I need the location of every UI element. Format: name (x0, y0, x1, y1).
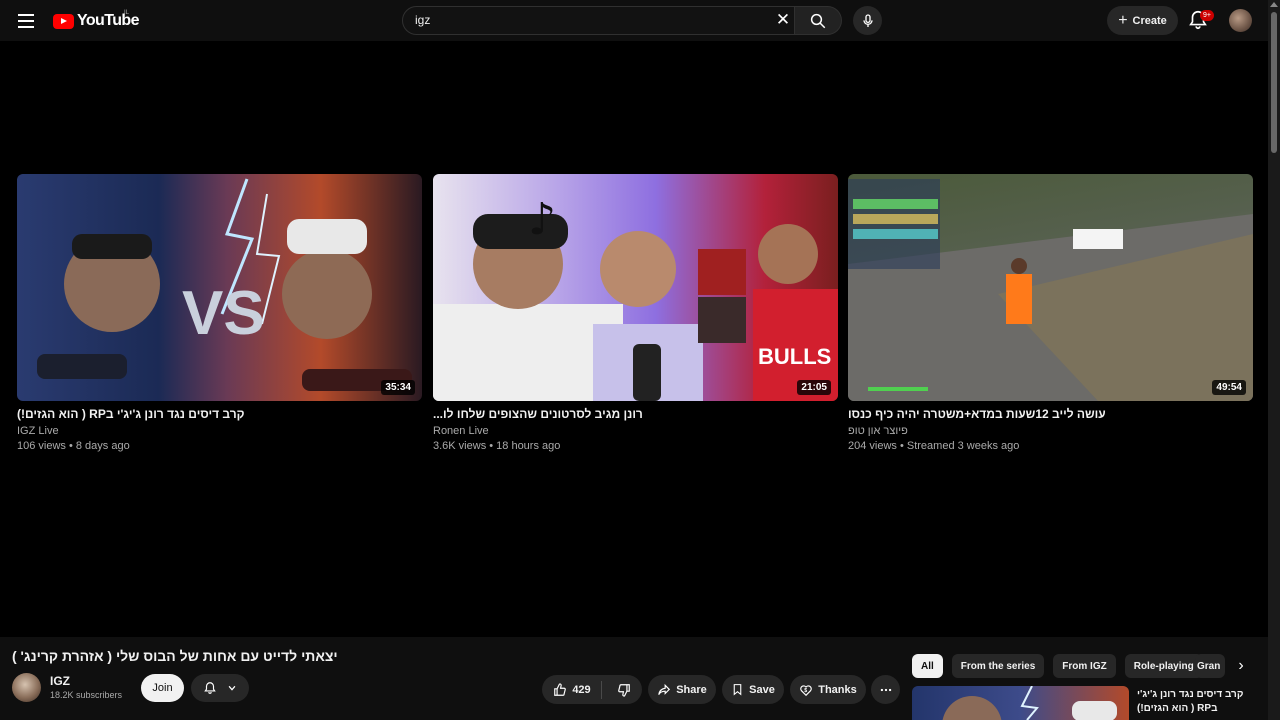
chevron-right-icon[interactable]: › (1229, 654, 1253, 678)
video-card[interactable]: 49:54 עושה לייב 12שעות במדא+משטרה יהיה כ… (848, 174, 1253, 452)
like-button[interactable]: 429 (543, 680, 602, 699)
search-icon (810, 13, 826, 28)
video-thumbnail[interactable]: VS 35:34 (17, 174, 422, 401)
notification-badge: 9+ (1200, 10, 1214, 21)
svg-text:VS: VS (182, 279, 265, 348)
menu-icon[interactable] (14, 9, 38, 33)
youtube-play-icon (53, 13, 74, 29)
create-label: Create (1132, 14, 1167, 27)
video-meta: 106 views • 8 days ago (17, 440, 130, 452)
like-count: 429 (572, 683, 591, 696)
page-scrollbar[interactable] (1268, 0, 1280, 720)
thumbnail-art: BULLS ♪ (433, 194, 838, 401)
chip-truncated[interactable]: Gran (1195, 654, 1225, 678)
channel-name[interactable]: פיוצר און טופ (848, 425, 1253, 437)
thumbs-down-icon (617, 683, 630, 697)
video-card[interactable]: VS 35:34 קרב דיסים נגד רונן ג'יג'י בRP (… (17, 174, 422, 452)
video-thumbnail[interactable]: BULLS ♪ 21:05 (433, 174, 838, 401)
share-button[interactable]: Share (648, 675, 716, 704)
thumbnail-art (942, 686, 1117, 720)
share-label: Share (676, 683, 707, 696)
video-meta: 3.6K views • 18 hours ago (433, 440, 561, 452)
channel-name[interactable]: IGZ Live (17, 425, 422, 437)
super-thanks-icon: $ (800, 684, 813, 696)
scrollbar-thumb[interactable] (1271, 12, 1277, 153)
watch-video-title: יצאתי לדייט עם אחות של הבוס שלי ( אזהרת … (12, 648, 338, 664)
chip-from-igz[interactable]: From IGZ (1053, 654, 1116, 678)
related-filter-chips: All From the series From IGZ Role-playin… (912, 654, 1203, 678)
video-card[interactable]: BULLS ♪ 21:05 רונן מגיב לסרטונים שהצופים… (433, 174, 838, 452)
subscriber-count: 18.2K subscribers (50, 690, 123, 700)
thanks-label: Thanks (818, 683, 857, 696)
search-box[interactable] (402, 6, 795, 35)
join-button[interactable]: Join (141, 674, 184, 702)
share-icon (658, 683, 671, 695)
subscription-notifications-button[interactable] (191, 674, 249, 702)
svg-text:♪: ♪ (528, 194, 556, 245)
country-code: IL (124, 10, 130, 16)
save-button[interactable]: Save (722, 675, 784, 704)
save-label: Save (749, 683, 775, 696)
search-button[interactable] (795, 6, 842, 35)
thanks-button[interactable]: $ Thanks (790, 675, 866, 704)
logo-text: YouTube (77, 12, 139, 29)
bookmark-icon (733, 684, 742, 696)
channel-name[interactable]: IGZ (50, 674, 70, 688)
scroll-up-arrow-icon[interactable] (1270, 2, 1278, 7)
chip-truncated-wrapper: Gran (1195, 654, 1225, 678)
channel-name[interactable]: Ronen Live (433, 425, 838, 437)
chip-from-the-series[interactable]: From the series (951, 654, 1045, 678)
channel-avatar[interactable] (12, 673, 41, 702)
video-meta: 204 views • Streamed 3 weeks ago (848, 440, 1020, 452)
like-dislike-group: 429 (542, 675, 642, 704)
video-title[interactable]: קרב דיסים נגד רונן ג'יג'י בRP ( הוא הגזי… (17, 407, 422, 421)
video-duration: 21:05 (797, 380, 831, 395)
create-button[interactable]: + Create (1107, 6, 1178, 35)
video-title[interactable]: רונן מגיב לסרטונים שהצופים שלחו לו... (433, 407, 838, 421)
thumbnail-art: VS (37, 178, 412, 391)
plus-icon: + (1118, 11, 1128, 29)
search-input[interactable] (415, 13, 755, 27)
clear-search-icon[interactable]: ✕ (772, 9, 794, 31)
more-horizontal-icon (880, 688, 891, 691)
voice-search-button[interactable] (853, 6, 882, 35)
next-video-title[interactable]: קרב דיסים נגד רונן ג'יג'י בRP ( הוא הגזי… (1137, 688, 1262, 716)
user-avatar[interactable] (1229, 9, 1252, 32)
video-title[interactable]: עושה לייב 12שעות במדא+משטרה יהיה כיף כנס… (848, 407, 1253, 421)
chevron-down-icon (228, 685, 236, 691)
dislike-button[interactable] (607, 683, 641, 697)
svg-text:BULLS: BULLS (758, 344, 831, 369)
svg-text:$: $ (804, 687, 807, 693)
chip-role-playing[interactable]: Role-playing (1124, 654, 1203, 678)
microphone-icon (862, 13, 873, 27)
video-thumbnail[interactable]: 49:54 (848, 174, 1253, 401)
thumbnail-art (848, 179, 1253, 401)
next-video-thumbnail[interactable] (912, 686, 1129, 720)
chip-all[interactable]: All (912, 654, 943, 678)
video-duration: 49:54 (1212, 380, 1246, 395)
video-duration: 35:34 (381, 380, 415, 395)
more-actions-button[interactable] (871, 675, 900, 704)
bell-icon (204, 682, 216, 694)
thumbs-up-icon (554, 682, 567, 696)
